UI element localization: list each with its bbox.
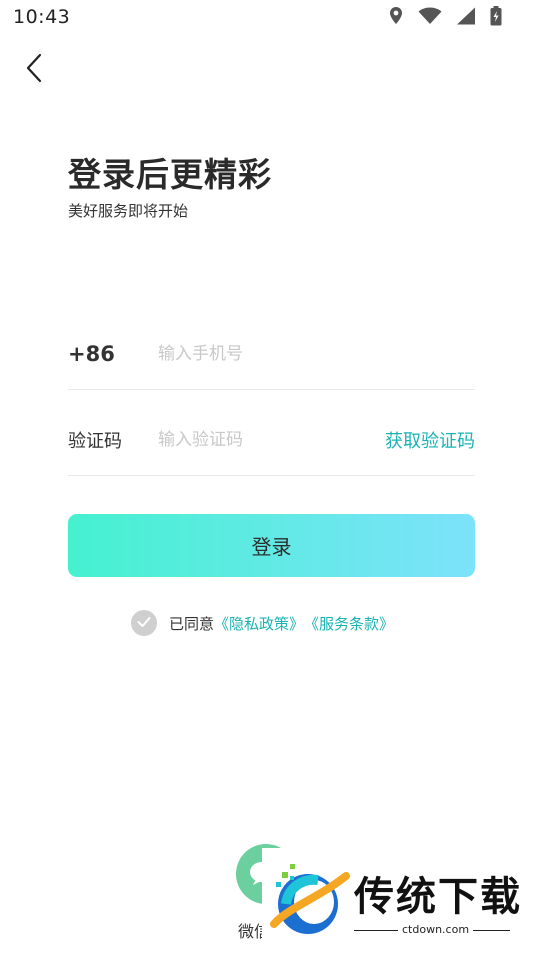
location-icon [388, 6, 404, 30]
get-code-button[interactable]: 获取验证码 [385, 427, 475, 453]
code-label: 验证码 [68, 430, 122, 452]
watermark-logo-icon [268, 858, 350, 942]
page-title: 登录后更精彩 [68, 155, 272, 194]
status-icons [388, 6, 502, 30]
check-icon [137, 614, 151, 632]
watermark: 传统下载 ctdown.com [262, 848, 540, 944]
code-input[interactable] [158, 429, 385, 450]
login-button-label: 登录 [251, 535, 292, 559]
agree-checkbox[interactable] [131, 610, 157, 636]
privacy-policy-link[interactable]: 《隐私政策》 [214, 613, 304, 634]
status-time: 10:43 [13, 6, 71, 28]
terms-of-service-link[interactable]: 《服务条款》 [304, 613, 394, 634]
agree-text: 已同意 [169, 614, 215, 633]
page-subtitle: 美好服务即将开始 [68, 202, 189, 220]
code-row: 验证码 获取验证码 [68, 404, 475, 476]
country-code[interactable]: +86 [68, 342, 158, 366]
wifi-icon [418, 7, 442, 29]
watermark-brand: 传统下载 [354, 874, 522, 920]
agreement-row: 已同意 《隐私政策》 《服务条款》 [131, 609, 394, 637]
signal-icon [456, 7, 476, 29]
status-bar: 10:43 [0, 0, 540, 36]
battery-charging-icon [490, 6, 502, 30]
phone-row: +86 [68, 318, 475, 390]
back-button[interactable] [18, 52, 50, 88]
login-button[interactable]: 登录 [68, 514, 475, 577]
phone-input[interactable] [158, 343, 475, 364]
chevron-left-icon [25, 53, 43, 87]
watermark-url: ctdown.com [398, 923, 474, 936]
